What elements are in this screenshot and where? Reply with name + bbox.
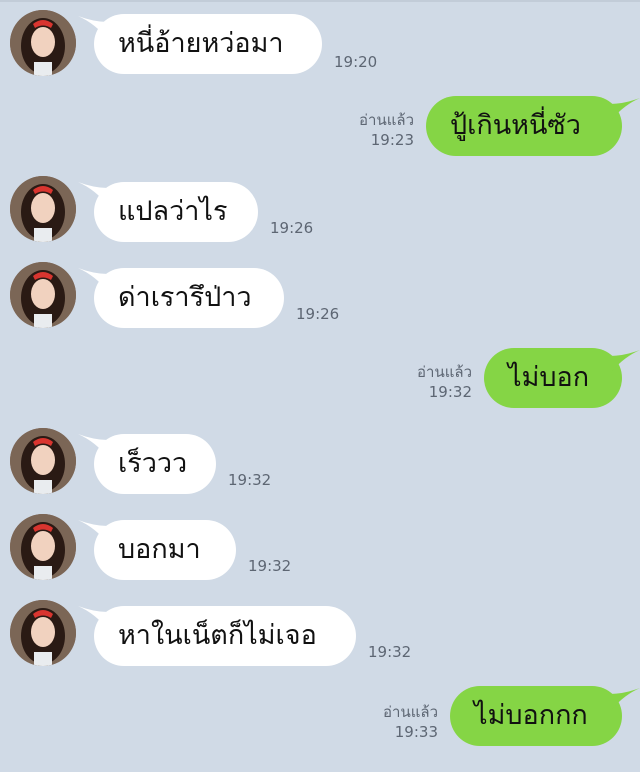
contact-avatar[interactable] <box>10 514 76 580</box>
bubble-tail <box>610 350 640 374</box>
message-row-incoming: แปลว่าไร 19:26 <box>0 176 640 246</box>
bubble-tail <box>610 688 640 712</box>
top-divider <box>0 0 640 2</box>
message-row-incoming: หาในเน็ตก็ไม่เจอ 19:32 <box>0 600 640 670</box>
message-time: 19:26 <box>296 305 340 323</box>
message-row-outgoing: อ่านแล้ว 19:33 ไม่บอกกก <box>0 684 640 754</box>
contact-avatar[interactable] <box>10 10 76 76</box>
message-row-incoming: ด่าเรารึป่าว 19:26 <box>0 262 640 332</box>
message-bubble[interactable]: ด่าเรารึป่าว <box>94 268 284 328</box>
message-bubble[interactable]: ไม่บอก <box>484 348 622 408</box>
message-bubble[interactable]: หนี่อ้ายหว่อมา <box>94 14 322 74</box>
message-bubble[interactable]: หาในเน็ตก็ไม่เจอ <box>94 606 356 666</box>
message-time: 19:20 <box>334 53 378 71</box>
read-receipt: อ่านแล้ว 19:33 <box>383 702 438 742</box>
message-time: 19:32 <box>228 471 272 489</box>
message-bubble[interactable]: เร็ววว <box>94 434 216 494</box>
contact-avatar[interactable] <box>10 262 76 328</box>
message-bubble[interactable]: ปู้เกินหนี่ซัว <box>426 96 622 156</box>
contact-avatar[interactable] <box>10 176 76 242</box>
message-time: 19:32 <box>248 557 292 575</box>
contact-avatar[interactable] <box>10 600 76 666</box>
message-time: 19:23 <box>370 131 414 149</box>
message-time: 19:32 <box>368 643 412 661</box>
bubble-tail <box>610 98 640 122</box>
message-bubble[interactable]: บอกมา <box>94 520 236 580</box>
read-label: อ่านแล้ว <box>383 703 438 721</box>
message-bubble[interactable]: ไม่บอกกก <box>450 686 622 746</box>
contact-avatar[interactable] <box>10 428 76 494</box>
message-row-outgoing: อ่านแล้ว 19:23 ปู้เกินหนี่ซัว <box>0 96 640 166</box>
message-time: 19:26 <box>270 219 314 237</box>
message-row-incoming: หนี่อ้ายหว่อมา 19:20 <box>0 10 640 80</box>
read-label: อ่านแล้ว <box>417 363 472 381</box>
message-row-incoming: เร็ววว 19:32 <box>0 428 640 498</box>
message-row-incoming: บอกมา 19:32 <box>0 514 640 584</box>
read-label: อ่านแล้ว <box>359 111 414 129</box>
message-row-outgoing: อ่านแล้ว 19:32 ไม่บอก <box>0 346 640 416</box>
message-bubble[interactable]: แปลว่าไร <box>94 182 258 242</box>
read-receipt: อ่านแล้ว 19:23 <box>359 110 414 150</box>
message-time: 19:33 <box>394 723 438 741</box>
read-receipt: อ่านแล้ว 19:32 <box>417 362 472 402</box>
message-time: 19:32 <box>428 383 472 401</box>
